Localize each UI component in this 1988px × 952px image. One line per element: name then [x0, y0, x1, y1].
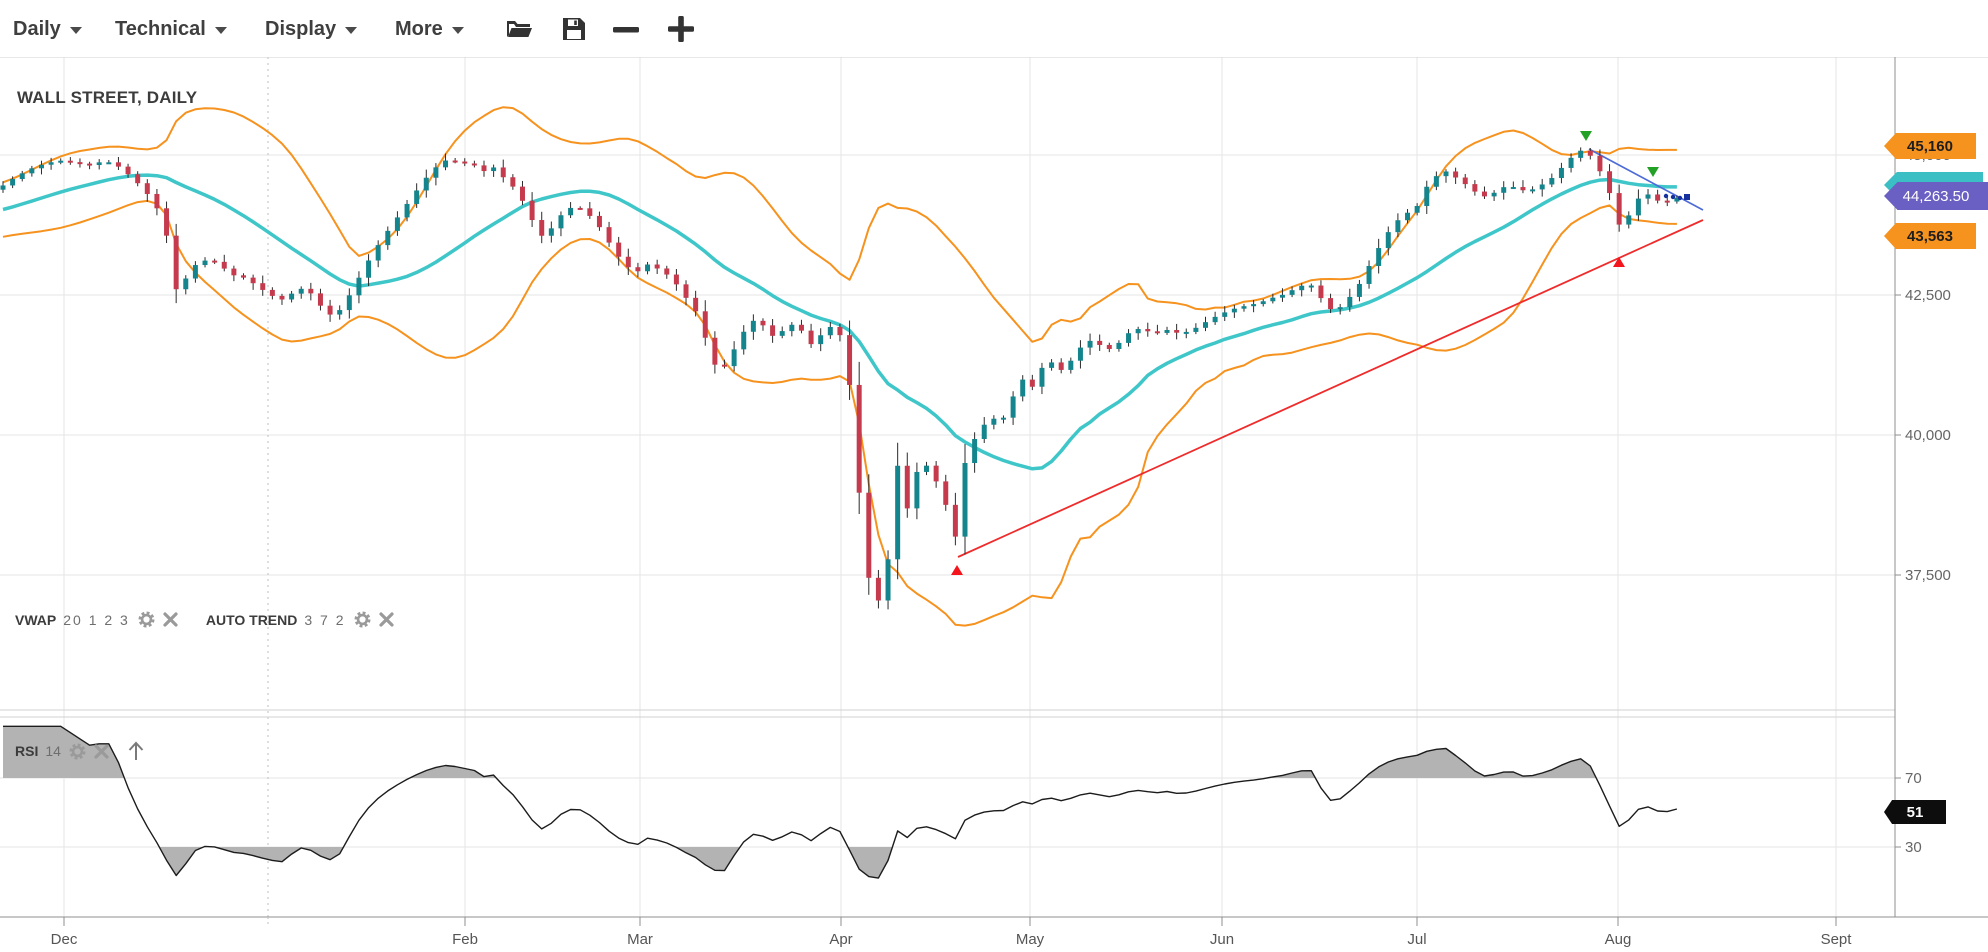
bollinger-lower-line	[3, 201, 1677, 626]
svg-text:May: May	[1016, 931, 1045, 948]
svg-text:Mar: Mar	[627, 931, 653, 948]
rsi-value-badge: 51	[1884, 800, 1946, 824]
time-axis: Dec Feb Mar Apr May Jun Jul Aug Sept	[51, 917, 1853, 948]
chevron-down-icon	[452, 27, 464, 34]
rsi-settings-gear-icon[interactable]	[68, 742, 87, 761]
auto-trend-settings-gear-icon[interactable]	[353, 610, 372, 629]
vwap-remove-icon[interactable]	[163, 612, 178, 627]
upper-band-price-badge: 45,160	[1884, 133, 1976, 159]
timeframe-dropdown-label: Daily	[13, 18, 61, 41]
svg-text:Dec: Dec	[51, 931, 78, 948]
overlay-indicator-row: VWAP 20 1 2 3 AUTO TREND 3 7 2	[15, 610, 394, 629]
svg-text:30: 30	[1905, 839, 1922, 856]
page-title: WALL STREET, DAILY	[17, 88, 197, 108]
open-folder-icon[interactable]	[505, 10, 533, 48]
candles-layer	[1, 147, 1680, 609]
save-icon[interactable]	[561, 10, 587, 48]
display-dropdown-label: Display	[265, 18, 336, 41]
panel-borders	[0, 57, 1988, 917]
chevron-down-icon	[345, 27, 357, 34]
trading-chart-window: 45,00042,50040,00037,5007030DecFebMarApr…	[0, 0, 1988, 952]
sell-signal-triangle	[1580, 131, 1592, 141]
auto-trend-remove-icon[interactable]	[379, 612, 394, 627]
current-price-badge: 44,263.50	[1884, 182, 1988, 210]
trend-end-square	[1684, 194, 1690, 200]
rsi-indicator-params: 14	[45, 743, 61, 759]
rsi-move-up-arrow-icon[interactable]	[126, 740, 146, 762]
vwap-indicator-label: VWAP	[15, 612, 56, 628]
vwap-indicator-params: 20 1 2 3	[63, 612, 130, 628]
trade-markers	[951, 131, 1690, 575]
svg-text:Jun: Jun	[1210, 931, 1234, 948]
zoom-in-icon[interactable]	[667, 10, 695, 48]
svg-text:Sept: Sept	[1821, 931, 1853, 948]
rsi-line	[3, 726, 1677, 878]
chevron-down-icon	[215, 27, 227, 34]
zoom-out-icon[interactable]	[612, 10, 640, 48]
svg-text:40,000: 40,000	[1905, 427, 1951, 444]
chevron-down-icon	[70, 27, 82, 34]
buy-signal-triangle	[1613, 257, 1625, 267]
price-axis: 45,00042,50040,00037,5007030	[1895, 147, 1951, 856]
timeframe-dropdown[interactable]: Daily	[13, 10, 82, 48]
trend-dot	[1671, 195, 1675, 199]
buy-signal-triangle	[951, 565, 963, 575]
auto-trend-indicator-label: AUTO TREND	[206, 612, 298, 628]
svg-text:37,500: 37,500	[1905, 567, 1951, 584]
chart-toolbar: Daily Technical Display More	[0, 0, 1988, 57]
auto-trend-support-line	[958, 220, 1703, 557]
auto-trend-indicator-params: 3 7 2	[304, 612, 345, 628]
lower-band-price-badge: 43,563	[1884, 223, 1976, 249]
svg-text:Apr: Apr	[829, 931, 852, 948]
display-dropdown[interactable]: Display	[265, 10, 357, 48]
rsi-remove-icon[interactable]	[94, 744, 109, 759]
svg-text:Feb: Feb	[452, 931, 478, 948]
rsi-indicator-row: RSI 14	[15, 740, 146, 762]
svg-text:Aug: Aug	[1605, 931, 1632, 948]
svg-text:70: 70	[1905, 770, 1922, 787]
trend-dot	[1678, 196, 1682, 200]
trend-dot	[1664, 194, 1668, 198]
chart-canvas[interactable]: 45,00042,50040,00037,5007030DecFebMarApr…	[0, 0, 1988, 952]
technical-dropdown-label: Technical	[115, 18, 206, 41]
price-panel	[1, 107, 1704, 625]
rsi-indicator-label: RSI	[15, 743, 38, 759]
more-dropdown-label: More	[395, 18, 443, 41]
more-dropdown[interactable]: More	[395, 10, 464, 48]
sell-signal-triangle	[1647, 167, 1659, 177]
vwap-settings-gear-icon[interactable]	[137, 610, 156, 629]
technical-dropdown[interactable]: Technical	[115, 10, 227, 48]
svg-text:Jul: Jul	[1407, 931, 1426, 948]
svg-text:42,500: 42,500	[1905, 287, 1951, 304]
